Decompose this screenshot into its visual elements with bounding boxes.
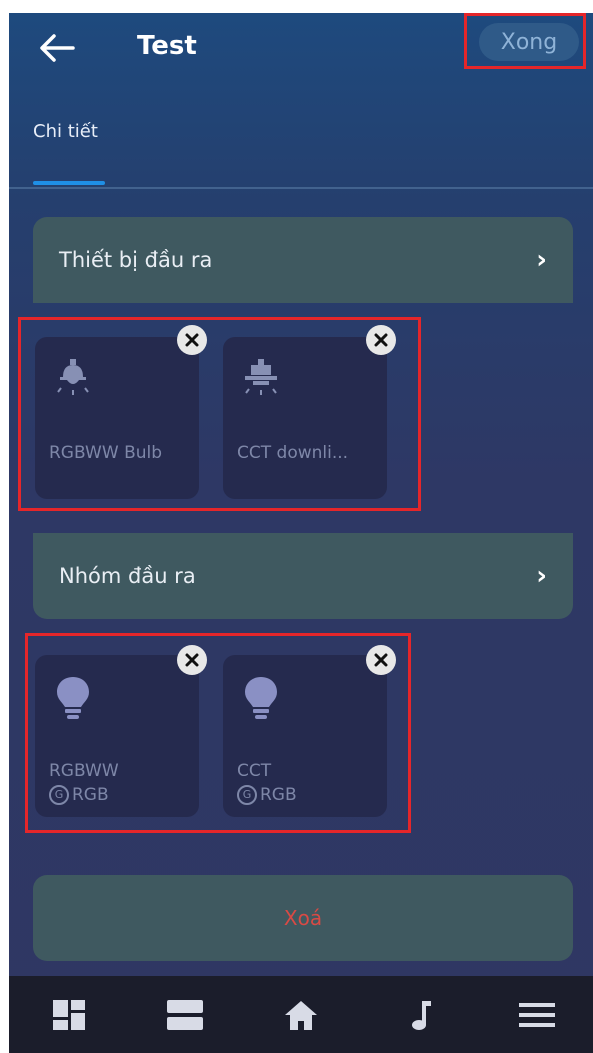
tab-divider	[9, 187, 593, 189]
dashboard-icon[interactable]	[49, 998, 89, 1032]
output-devices-row[interactable]: Thiết bị đầu ra ›	[33, 217, 573, 303]
back-arrow-icon[interactable]	[37, 31, 77, 65]
list-icon[interactable]	[165, 998, 205, 1032]
highlight-box-groups	[25, 633, 411, 833]
menu-icon[interactable]	[517, 998, 557, 1032]
screen: Test Xong Chi tiết Thiết bị đầu ra › RGB…	[9, 13, 593, 1053]
home-icon[interactable]	[281, 998, 321, 1032]
page-title: Test	[137, 31, 197, 61]
active-tab-indicator	[33, 181, 105, 185]
output-groups-row[interactable]: Nhóm đầu ra ›	[33, 533, 573, 619]
output-groups-label: Nhóm đầu ra	[59, 564, 196, 588]
output-devices-label: Thiết bị đầu ra	[59, 248, 213, 272]
highlight-box-done	[464, 13, 586, 69]
highlight-box-devices	[18, 317, 421, 511]
music-note-icon[interactable]	[401, 998, 441, 1032]
chevron-right-icon: ›	[536, 245, 547, 275]
bottom-nav	[9, 976, 593, 1053]
chevron-right-icon: ›	[536, 561, 547, 591]
tab-details[interactable]: Chi tiết	[33, 121, 98, 142]
delete-button[interactable]: Xoá	[33, 875, 573, 961]
